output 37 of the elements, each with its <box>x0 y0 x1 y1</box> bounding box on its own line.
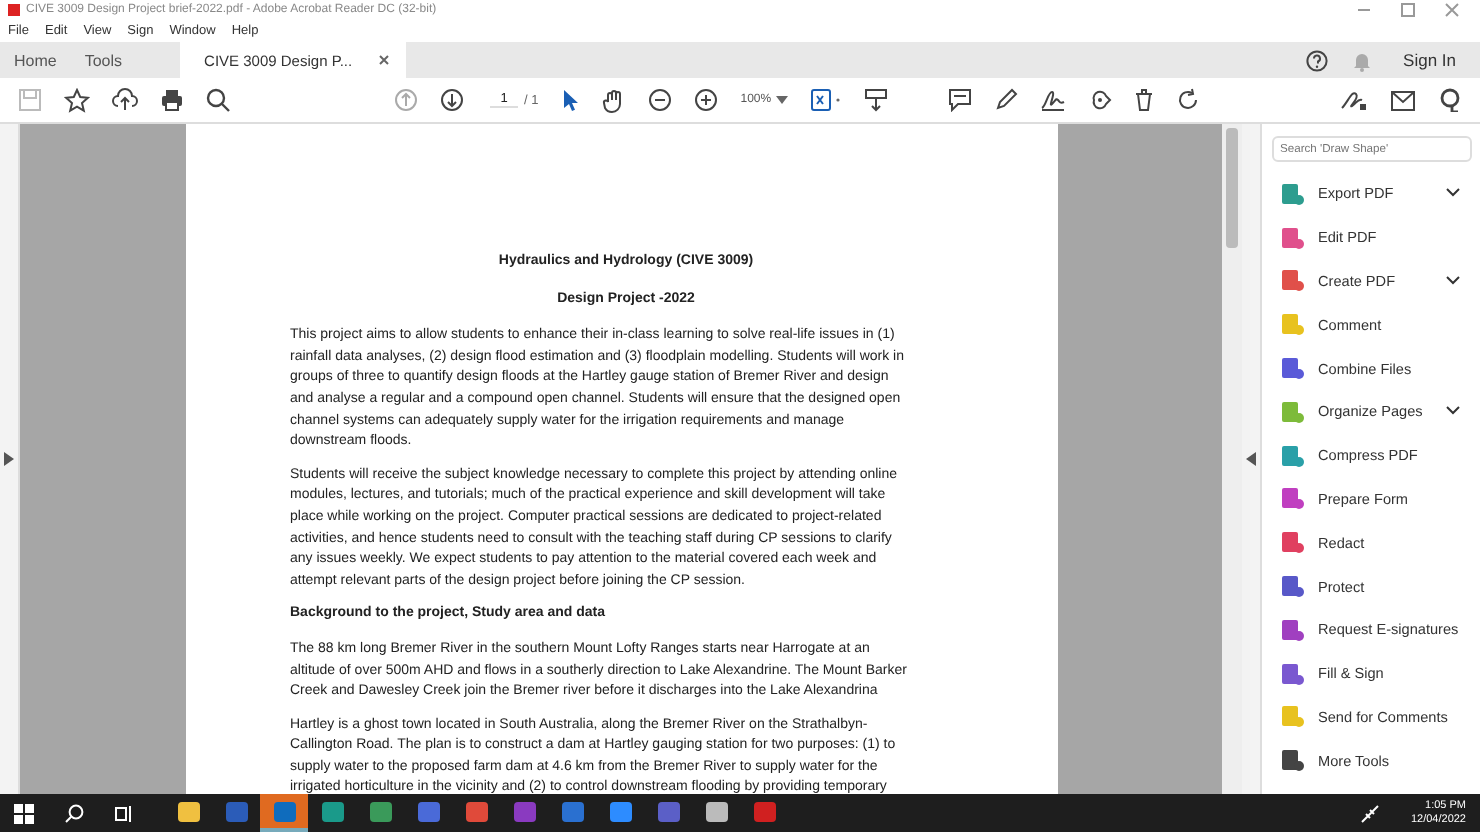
mail-icon[interactable] <box>1390 89 1416 111</box>
expand-arrow-icon[interactable] <box>1246 452 1256 466</box>
redo-icon[interactable] <box>1175 88 1200 112</box>
page-display-icon[interactable] <box>809 88 842 112</box>
chevron-icon[interactable] <box>1446 406 1460 417</box>
scroll-mode-icon[interactable] <box>863 88 888 112</box>
trash-icon[interactable] <box>1133 88 1154 112</box>
close-icon[interactable] <box>378 54 391 66</box>
acrobat-icon <box>8 4 20 16</box>
expand-arrow-icon[interactable] <box>4 452 14 466</box>
chevron-icon[interactable] <box>1446 188 1460 199</box>
search-icon[interactable] <box>206 88 230 112</box>
tab[interactable]: Home <box>0 42 71 78</box>
hand-icon[interactable] <box>602 87 627 113</box>
restore-icon[interactable] <box>1400 2 1416 18</box>
chevron-icon[interactable] <box>1446 275 1460 286</box>
sign-in-link[interactable]: Sign In <box>1403 50 1456 70</box>
pen-icon[interactable] <box>993 88 1018 112</box>
search-icon[interactable] <box>64 803 84 823</box>
scrollbar-thumb[interactable] <box>1226 128 1238 248</box>
tab[interactable]: Tools <box>70 42 137 78</box>
zoom-out-icon[interactable] <box>648 88 673 112</box>
page-down-icon[interactable] <box>440 88 464 112</box>
comment-icon[interactable] <box>947 88 972 112</box>
pointer-icon[interactable] <box>560 88 581 112</box>
help-icon[interactable] <box>1305 49 1328 71</box>
windows-start-icon[interactable] <box>14 803 34 823</box>
signature-icon[interactable] <box>1039 88 1066 112</box>
upload-cloud-icon[interactable] <box>112 88 138 112</box>
caret-icon[interactable] <box>775 96 788 104</box>
network-icon[interactable] <box>1360 803 1381 823</box>
fill-sign-icon[interactable] <box>1340 88 1368 112</box>
close-icon[interactable] <box>1444 2 1460 18</box>
task-view-icon[interactable] <box>114 803 134 823</box>
print-icon[interactable] <box>160 88 184 112</box>
zoom-in-icon[interactable] <box>694 88 719 112</box>
star-icon[interactable] <box>64 87 90 113</box>
